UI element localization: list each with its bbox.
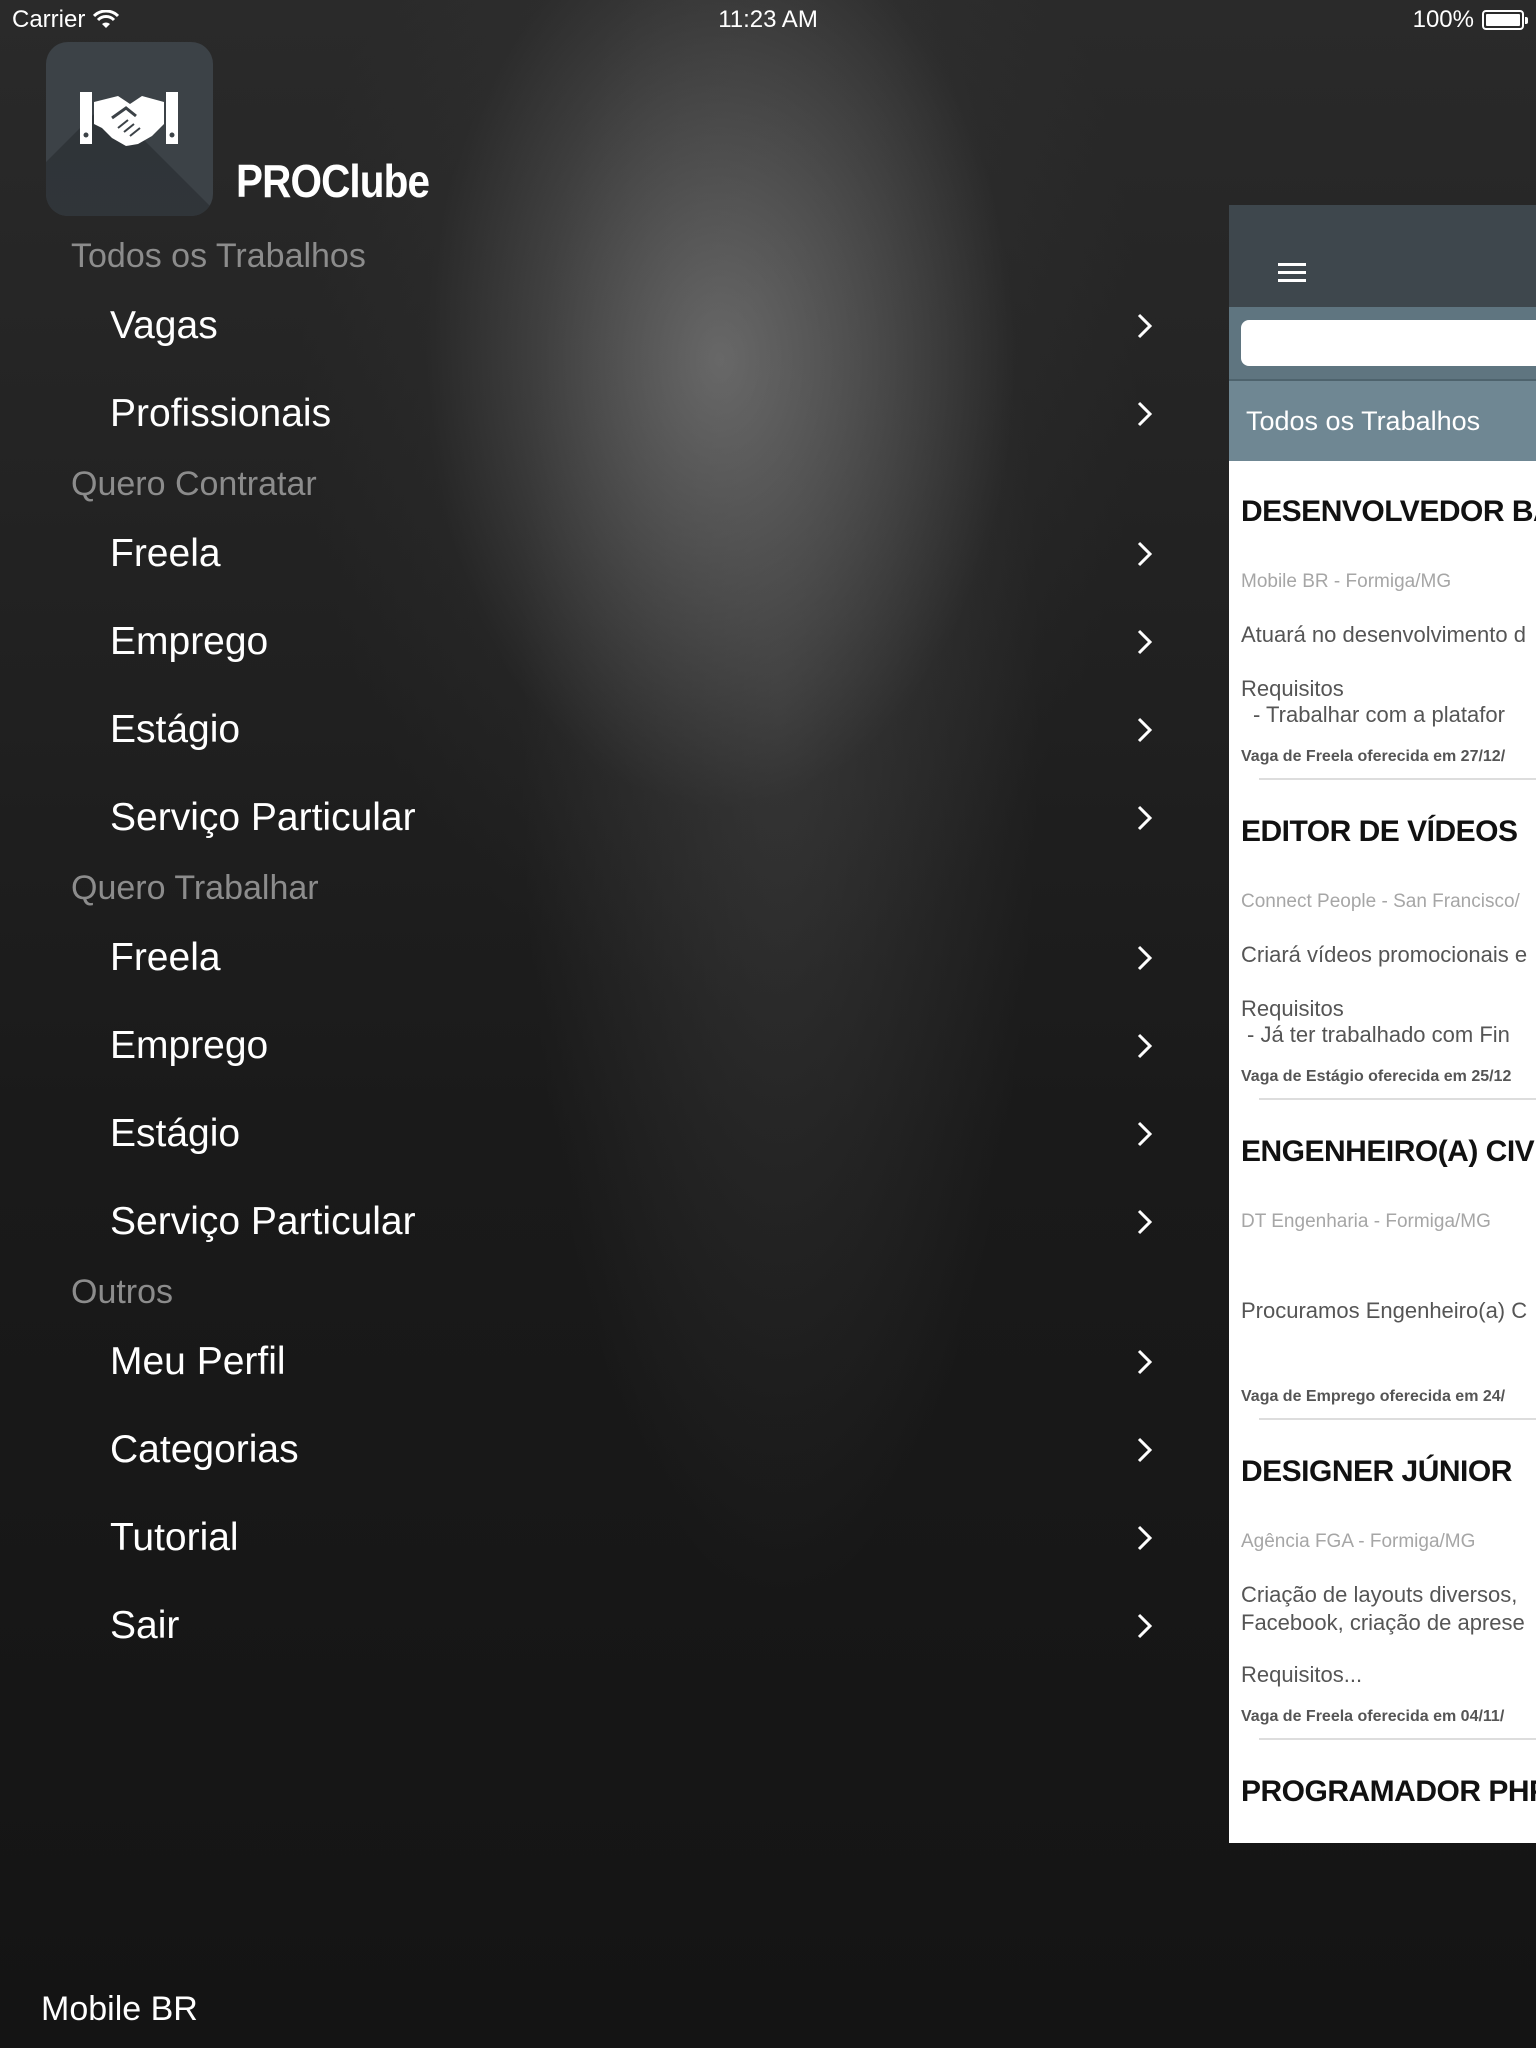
section-header: Quero Contratar [71,465,317,503]
chevron-right-icon [1136,1494,1154,1582]
menu-item-trabalhar-emprego[interactable]: Emprego [0,1002,1200,1090]
job-card-designer[interactable]: DESIGNER JÚNIOR Agência FGA - Formiga/MG… [1229,1421,1536,1741]
menu-item-label: Serviço Particular [110,1200,416,1243]
menu-item-contratar-freela[interactable]: Freela [0,510,1200,598]
menu-item-contratar-emprego[interactable]: Emprego [0,598,1200,686]
menu-item-label: Estágio [110,708,241,751]
job-requirements-label: Requisitos... [1241,1662,1363,1687]
menu-item-sair[interactable]: Sair [0,1582,1200,1670]
menu-item-label: Vagas [110,304,218,347]
battery-percent: 100% [1412,6,1474,33]
job-offered-date: Vaga de Estágio oferecida em 25/12 [1241,1068,1512,1085]
section-header: Todos os Trabalhos [71,237,366,275]
menu-item-tutorial[interactable]: Tutorial [0,1494,1200,1582]
navigation-bar [1229,205,1536,307]
job-description: Procuramos Engenheiro(a) C [1241,1298,1528,1323]
menu-item-label: Emprego [110,1024,269,1067]
menu-item-profissionais[interactable]: Profissionais [0,370,1200,458]
job-description-line2: Facebook, criação de aprese [1241,1610,1525,1635]
job-company: DT Engenharia - Formiga/MG [1241,1211,1491,1232]
battery-fill [1486,14,1520,26]
chevron-right-icon [1136,1002,1154,1090]
job-requirement-line: - Trabalhar com a platafor [1253,702,1505,727]
menu-section-todos: Todos os Trabalhos Vagas Profissionais [0,230,1200,458]
menu-item-label: Serviço Particular [110,796,416,839]
chevron-right-icon [1136,510,1154,598]
menu-item-label: Freela [110,936,221,979]
footer-label: Mobile BR [41,1990,198,2028]
menu-item-label: Sair [110,1604,180,1647]
section-header: Outros [71,1273,174,1311]
menu-item-label: Categorias [110,1428,299,1471]
chevron-right-icon [1136,598,1154,686]
job-title: DESENVOLVEDOR BACK [1241,495,1536,528]
job-description: Criará vídeos promocionais e [1241,942,1528,967]
job-company: Connect People - San Francisco/ [1241,891,1520,912]
battery-indicator: 100% [1412,6,1528,34]
search-input[interactable] [1241,320,1536,366]
menu-item-trabalhar-estagio[interactable]: Estágio [0,1090,1200,1178]
side-menu: Todos os Trabalhos Vagas Profissionais Q… [0,230,1200,1670]
chevron-right-icon [1136,1406,1154,1494]
job-description: Atuará no desenvolvimento d [1241,622,1526,647]
menu-section-contratar: Quero Contratar Freela Emprego Estágio S… [0,458,1200,862]
menu-item-label: Emprego [110,620,269,663]
job-description: Criação de layouts diversos, [1241,1582,1518,1607]
job-card-engenheiro[interactable]: ENGENHEIRO(A) CIVIL DT Engenharia - Form… [1229,1101,1536,1421]
menu-item-contratar-servico[interactable]: Serviço Particular [0,774,1200,862]
chevron-right-icon [1136,774,1154,862]
menu-item-label: Estágio [110,1112,241,1155]
chevron-right-icon [1136,1178,1154,1266]
chevron-right-icon [1136,370,1154,458]
menu-section-trabalhar: Quero Trabalhar Freela Emprego Estágio S… [0,862,1200,1266]
main-content-preview[interactable]: Todos os Trabalhos DESENVOLVEDOR BACK Mo… [1229,205,1536,1843]
menu-item-categorias[interactable]: Categorias [0,1406,1200,1494]
divider [1259,1098,1536,1100]
job-company: Agência FGA - Formiga/MG [1241,1531,1476,1552]
job-card-editor[interactable]: EDITOR DE VÍDEOS Connect People - San Fr… [1229,781,1536,1101]
chevron-right-icon [1136,1090,1154,1178]
chevron-right-icon [1136,282,1154,370]
job-requirement-line: - Já ter trabalhado com Fin [1247,1022,1510,1047]
menu-item-contratar-estagio[interactable]: Estágio [0,686,1200,774]
battery-icon [1482,10,1528,30]
divider [1259,1418,1536,1420]
chevron-right-icon [1136,914,1154,1002]
clock: 11:23 AM [718,6,818,33]
job-requirements-label: Requisitos [1241,676,1344,701]
job-offered-date: Vaga de Freela oferecida em 04/11/ [1241,1708,1505,1725]
menu-item-label: Profissionais [110,392,332,435]
menu-item-vagas[interactable]: Vagas [0,282,1200,370]
tab-todos-os-trabalhos[interactable]: Todos os Trabalhos [1229,381,1536,461]
divider [1259,778,1536,780]
divider [1259,1738,1536,1740]
job-card-programador[interactable]: PROGRAMADOR PHP [1229,1741,1536,1843]
menu-item-trabalhar-servico[interactable]: Serviço Particular [0,1178,1200,1266]
job-title: PROGRAMADOR PHP [1241,1775,1536,1808]
menu-item-meu-perfil[interactable]: Meu Perfil [0,1318,1200,1406]
status-bar: Carrier 11:23 AM 100% [0,0,1536,40]
app-logo [46,42,213,216]
menu-item-label: Meu Perfil [110,1340,286,1383]
job-title: DESIGNER JÚNIOR [1241,1455,1512,1488]
chevron-right-icon [1136,1582,1154,1670]
menu-section-outros: Outros Meu Perfil Categorias Tutorial Sa… [0,1266,1200,1670]
job-requirements-label: Requisitos [1241,996,1344,1021]
job-title: EDITOR DE VÍDEOS [1241,815,1518,848]
menu-item-label: Tutorial [110,1516,239,1559]
chevron-right-icon [1136,686,1154,774]
search-bar [1229,307,1536,381]
handshake-icon [80,92,178,146]
job-offered-date: Vaga de Freela oferecida em 27/12/ [1241,748,1506,765]
job-company: Mobile BR - Formiga/MG [1241,571,1452,592]
job-card-desenvolvedor[interactable]: DESENVOLVEDOR BACK Mobile BR - Formiga/M… [1229,461,1536,781]
chevron-right-icon [1136,1318,1154,1406]
hamburger-icon[interactable] [1278,262,1306,289]
section-header: Quero Trabalhar [71,869,319,907]
job-title: ENGENHEIRO(A) CIVIL [1241,1135,1536,1168]
menu-item-trabalhar-freela[interactable]: Freela [0,914,1200,1002]
menu-item-label: Freela [110,532,221,575]
job-offered-date: Vaga de Emprego oferecida em 24/ [1241,1388,1506,1405]
app-title: PROClube [236,155,430,207]
